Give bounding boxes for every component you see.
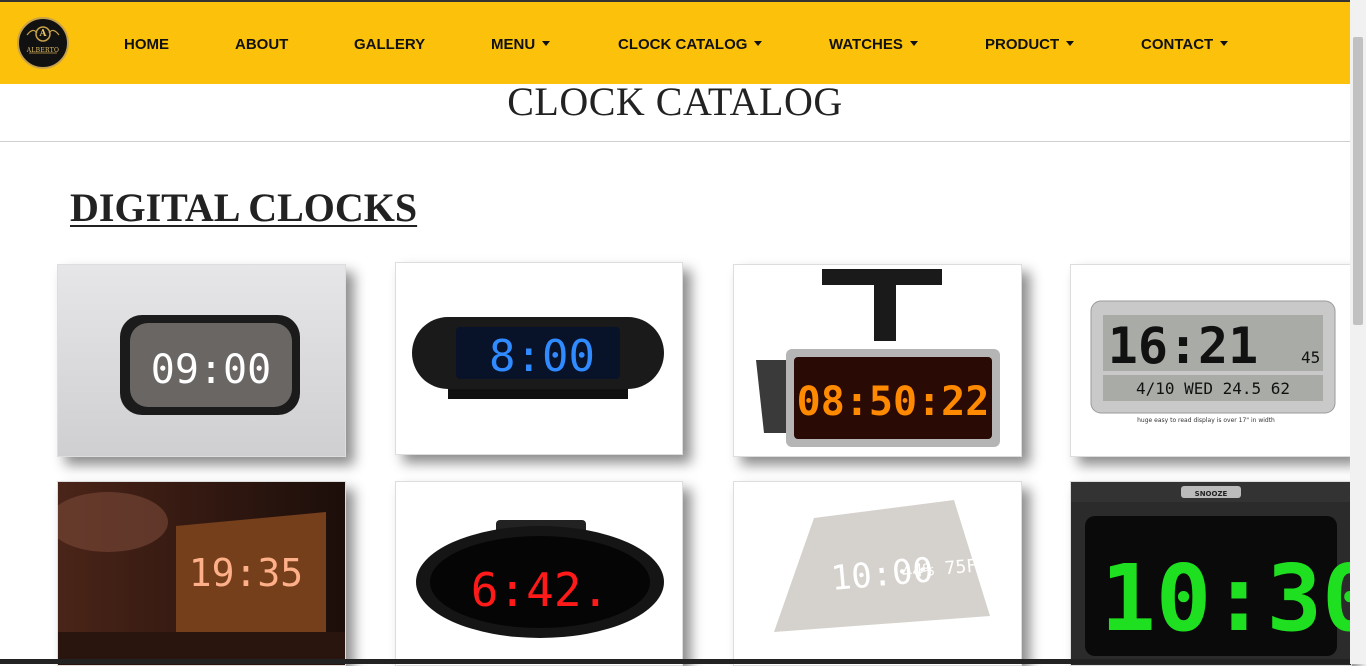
page-scrollbar[interactable] [1350, 0, 1366, 664]
divider [0, 141, 1350, 142]
crest-icon [26, 26, 60, 54]
navbar: A ALBERTO HOME ABOUT GALLERY MENU CLOCK … [0, 0, 1350, 84]
product-card-6[interactable]: 6:42. [395, 481, 683, 666]
nav-about-label: ABOUT [235, 36, 289, 53]
scrollbar-thumb[interactable] [1353, 37, 1363, 325]
snooze-label: SNOOZE [1195, 490, 1228, 498]
nav-gallery[interactable]: GALLERY [354, 36, 425, 53]
caret-down-icon [909, 41, 918, 46]
nav-home-label: HOME [124, 36, 169, 53]
nav-watches[interactable]: WATCHES [829, 36, 918, 53]
clock-digits: 10:30 [1101, 545, 1351, 652]
product-image: SNOOZE 10:30 [1071, 482, 1351, 665]
nav-contact-label: CONTACT [1141, 36, 1214, 53]
clock-seconds: 45 [1301, 348, 1320, 367]
section-title: DIGITAL CLOCKS [70, 185, 418, 230]
nav-clock-catalog[interactable]: CLOCK CATALOG [618, 36, 763, 53]
nav-menu[interactable]: MENU [491, 36, 551, 53]
clock-digits: 19:35 [189, 551, 303, 595]
clock-digits: 08:50:22 [797, 379, 990, 425]
product-image: 16:21 45 4/10 WED 24.5 62 huge easy to r… [1071, 265, 1351, 456]
product-image: 19:35 [58, 482, 345, 665]
page-title: CLOCK CATALOG [507, 79, 843, 124]
caret-down-icon [1220, 41, 1229, 46]
nav-home[interactable]: HOME [124, 36, 169, 53]
nav-about[interactable]: ABOUT [235, 36, 288, 53]
nav-contact[interactable]: CONTACT [1141, 36, 1229, 53]
product-image: 6:42. [396, 482, 682, 665]
nav-product[interactable]: PRODUCT [985, 36, 1075, 53]
product-card-1[interactable]: 09:00 [57, 264, 346, 457]
clock-digits: 09:00 [151, 347, 271, 393]
product-card-5[interactable]: 19:35 [57, 481, 346, 666]
nav-watches-label: WATCHES [829, 36, 903, 53]
product-image: 10:00 44% 75F [734, 482, 1021, 665]
caret-down-icon [754, 41, 763, 46]
caret-down-icon [1066, 41, 1075, 46]
product-caption: huge easy to read display is over 17" in… [1137, 417, 1275, 424]
clock-digits: 6:42. [471, 563, 609, 617]
logo-text: ALBERTO [26, 47, 60, 54]
product-card-8[interactable]: SNOOZE 10:30 [1070, 481, 1352, 666]
product-card-3[interactable]: 08:50:22 [733, 264, 1022, 457]
clock-subdisplay: 4/10 WED 24.5 62 [1136, 379, 1290, 398]
product-image: 08:50:22 [734, 265, 1021, 456]
nav-gallery-label: GALLERY [354, 36, 426, 53]
clock-digits: 8:00 [489, 331, 595, 382]
product-image: 8:00 [396, 263, 682, 454]
nav-menu-label: MENU [491, 36, 536, 53]
logo-letter: A [39, 29, 47, 39]
product-image: 09:00 [58, 265, 345, 456]
nav-product-label: PRODUCT [985, 36, 1060, 53]
product-card-7[interactable]: 10:00 44% 75F [733, 481, 1022, 666]
clock-digits: 16:21 [1108, 317, 1259, 375]
brand-logo[interactable]: A ALBERTO [17, 17, 69, 69]
nav-clock-catalog-label: CLOCK CATALOG [618, 36, 748, 53]
product-card-4[interactable]: 16:21 45 4/10 WED 24.5 62 huge easy to r… [1070, 264, 1352, 457]
caret-down-icon [542, 41, 551, 46]
product-card-2[interactable]: 8:00 [395, 262, 683, 455]
bottom-strip [0, 659, 1350, 664]
